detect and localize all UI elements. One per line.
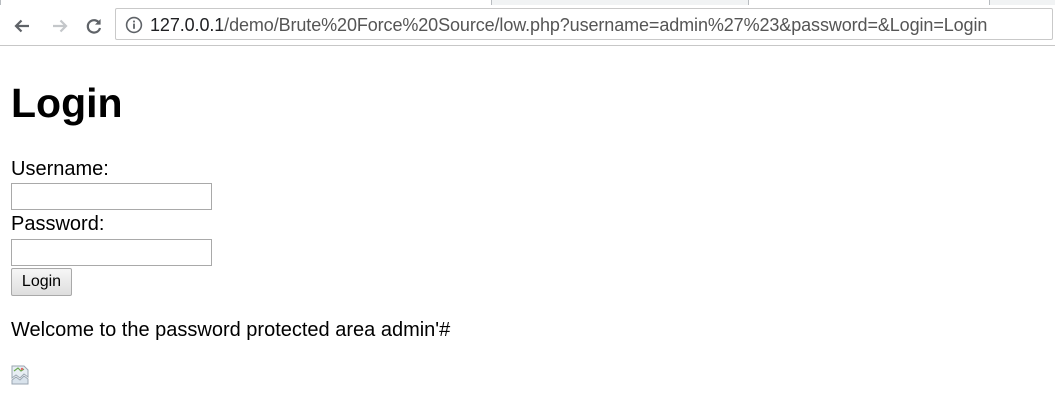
address-url[interactable]: 127.0.0.1/demo/Brute%20Force%20Source/lo… <box>150 14 987 36</box>
username-input[interactable] <box>11 183 212 210</box>
address-bar[interactable]: 127.0.0.1/demo/Brute%20Force%20Source/lo… <box>115 8 1053 40</box>
broken-image-icon <box>11 365 29 385</box>
page-title: Login <box>11 80 123 126</box>
back-arrow-icon <box>14 19 29 33</box>
browser-toolbar: 127.0.0.1/demo/Brute%20Force%20Source/lo… <box>0 5 1055 46</box>
back-button[interactable] <box>9 13 35 39</box>
url-path: /demo/Brute%20Force%20Source/low.php?use… <box>224 15 988 35</box>
password-label: Password: <box>11 213 105 235</box>
reload-icon <box>86 19 102 34</box>
forward-button[interactable] <box>47 13 73 39</box>
url-host: 127.0.0.1 <box>150 15 225 35</box>
info-icon[interactable] <box>125 16 143 34</box>
password-input[interactable] <box>11 239 212 266</box>
reload-button[interactable] <box>81 13 107 39</box>
welcome-message: Welcome to the password protected area a… <box>11 319 451 341</box>
username-label: Username: <box>11 158 109 180</box>
forward-arrow-icon <box>53 19 68 33</box>
login-button[interactable]: Login <box>11 268 72 296</box>
